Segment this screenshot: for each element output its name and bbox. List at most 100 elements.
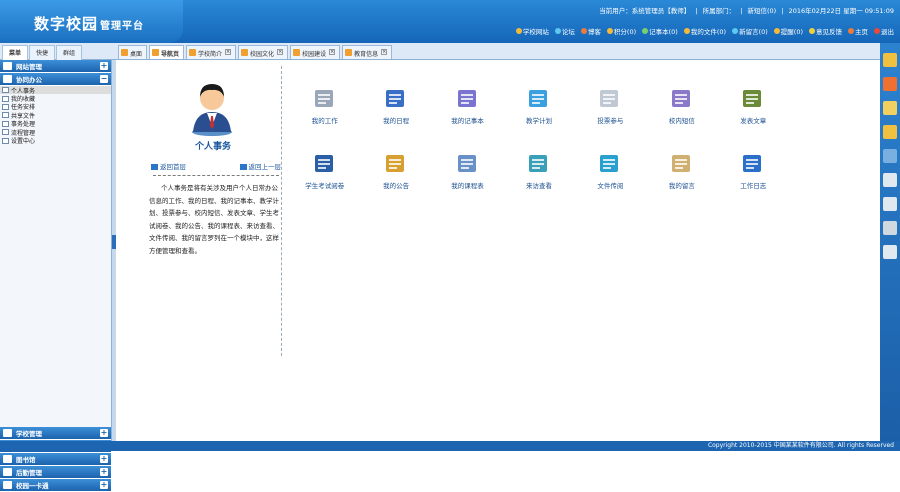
page-tab[interactable]: 桌面 [118, 45, 148, 59]
page-tab[interactable]: 学校简介 × [186, 45, 237, 59]
module-file-circulation[interactable]: 文件传阅 [575, 152, 646, 190]
tab-icon [293, 49, 301, 56]
module-label: 文件传阅 [597, 182, 624, 190]
header-link[interactable]: 博客 [580, 26, 601, 36]
header-link-icon [773, 28, 780, 34]
page-title: 个人事务 [194, 142, 231, 152]
header-link[interactable]: 主页 [848, 26, 868, 36]
back-home-link[interactable]: 返回首层 [151, 161, 186, 171]
header-link-icon [848, 28, 854, 34]
module-label: 我的公告 [383, 182, 410, 190]
sidebar-submenu: 个人事务 我的收藏 任务安排 共享文件 事务处理 流程管理 设置中心 [0, 86, 111, 145]
section-icon [3, 429, 12, 437]
message-icon [669, 87, 695, 111]
module-announcement[interactable]: 我的公告 [360, 152, 431, 190]
user-icon[interactable] [883, 149, 897, 163]
close-icon[interactable]: × [381, 49, 388, 55]
exam-icon [312, 152, 338, 176]
expand-icon[interactable]: + [100, 455, 108, 463]
back-up-link[interactable]: 返回上一层 [239, 161, 281, 171]
header-link[interactable]: 我的文件(0) [683, 26, 726, 36]
module-message[interactable]: 校内短信 [646, 87, 717, 125]
tab-shortcut[interactable]: 快捷 [29, 45, 56, 60]
module-label: 发表文章 [740, 117, 767, 125]
header-link[interactable]: 新留言(0) [732, 26, 768, 36]
header-link-icon [515, 28, 522, 34]
page-tab[interactable]: 教育信息 × [342, 45, 393, 59]
printer-icon[interactable] [883, 221, 897, 235]
header-link[interactable]: 学校网站 [515, 26, 549, 36]
sidebar-tabs: 菜单 快捷 群组 [0, 43, 112, 60]
sidebar-item[interactable]: 设置中心 [0, 136, 111, 146]
sidebar-section-label: 校园一卡通 [16, 482, 49, 490]
close-icon[interactable]: × [329, 49, 336, 55]
current-user: 当前用户：系统管理员【教师】 [599, 7, 691, 15]
header-link[interactable]: 退出 [874, 26, 894, 36]
header-link[interactable]: 意见反馈 [809, 26, 842, 36]
camera-icon[interactable] [883, 245, 897, 259]
expand-icon[interactable]: + [100, 62, 108, 70]
close-icon[interactable]: × [225, 49, 232, 55]
books-icon[interactable] [883, 53, 897, 67]
page-tab[interactable]: 校园文化 × [238, 45, 289, 59]
tab-group[interactable]: 群组 [56, 45, 83, 60]
module-vote[interactable]: 投票参与 [575, 87, 646, 125]
module-teaching-plan[interactable]: 教学计划 [503, 87, 574, 125]
module-label: 投票参与 [597, 117, 624, 125]
sidebar-section[interactable]: 学校管理 + [0, 427, 111, 440]
key-icon[interactable] [883, 125, 897, 139]
section-icon [3, 481, 12, 489]
expand-icon[interactable]: + [100, 468, 108, 476]
right-toolbar [880, 43, 900, 441]
sidebar-section-website[interactable]: 网站管理 + [0, 60, 111, 73]
eraser-icon[interactable] [883, 77, 897, 91]
sidebar-item-label: 设置中心 [11, 138, 36, 146]
page-tab-label: 学校简介 [198, 51, 223, 58]
page-tab[interactable]: 校园建设 × [290, 45, 341, 59]
module-guestbook[interactable]: 我的留言 [646, 152, 717, 190]
module-article[interactable]: 发表文章 [718, 87, 789, 125]
module-label: 我的日程 [383, 117, 410, 125]
tab-menu[interactable]: 菜单 [2, 45, 29, 60]
schedule-icon [455, 152, 481, 176]
sidebar-bottom-sections: 学校管理+教学管理+图书馆+后勤管理+校园一卡通+ [0, 427, 111, 492]
vertical-divider [281, 66, 282, 356]
expand-icon[interactable]: + [100, 481, 108, 489]
module-calendar[interactable]: 我的日程 [360, 87, 431, 125]
module-visitor[interactable]: 来访查看 [503, 152, 574, 190]
module-work[interactable]: 我的工作 [289, 87, 360, 125]
header-link[interactable]: 积分(0) [606, 26, 636, 36]
header-link-label: 新留言(0) [739, 28, 768, 36]
sidebar-section[interactable]: 校园一卡通 + [0, 479, 111, 492]
close-icon[interactable]: × [277, 49, 284, 55]
expand-icon[interactable]: + [100, 429, 108, 437]
page-tab-label: 导航页 [161, 51, 180, 58]
top-header: 数字校园 管理平台 当前用户：系统管理员【教师】 | 所属部门： | 新短信(0)… [0, 0, 900, 43]
module-exam[interactable]: 学生考试阅卷 [289, 152, 360, 190]
pencil-icon[interactable] [883, 101, 897, 115]
sidebar-section[interactable]: 后勤管理 + [0, 466, 111, 479]
website-icon [3, 62, 12, 70]
sidebar-splitter[interactable] [112, 60, 116, 441]
header-link[interactable]: 论坛 [554, 26, 575, 36]
sidebar-section-label: 后勤管理 [16, 469, 42, 477]
sidebar-section[interactable]: 图书馆 + [0, 453, 111, 466]
app-subtitle: 管理平台 [100, 21, 145, 32]
header-link[interactable]: 提醒(0) [773, 26, 803, 36]
book-icon [2, 112, 9, 119]
collapse-sidebar-icon[interactable] [112, 235, 116, 249]
new-sms-link[interactable]: 新短信(0) [748, 7, 777, 15]
book-icon [2, 95, 9, 102]
module-work-log[interactable]: 工作日志 [718, 152, 789, 190]
separator: | [781, 7, 784, 15]
collapse-icon[interactable]: − [100, 75, 108, 83]
page-tab[interactable]: 导航页 [149, 45, 185, 59]
sidebar-section-office[interactable]: 协同办公 − [0, 73, 111, 86]
module-notebook[interactable]: 我的记事本 [432, 87, 503, 125]
user-avatar-icon [192, 84, 232, 136]
list-icon[interactable] [883, 173, 897, 187]
module-schedule[interactable]: 我的课程表 [432, 152, 503, 190]
download-icon[interactable] [883, 197, 897, 211]
book-icon [2, 120, 9, 127]
header-link[interactable]: 记事本(0) [642, 26, 678, 36]
